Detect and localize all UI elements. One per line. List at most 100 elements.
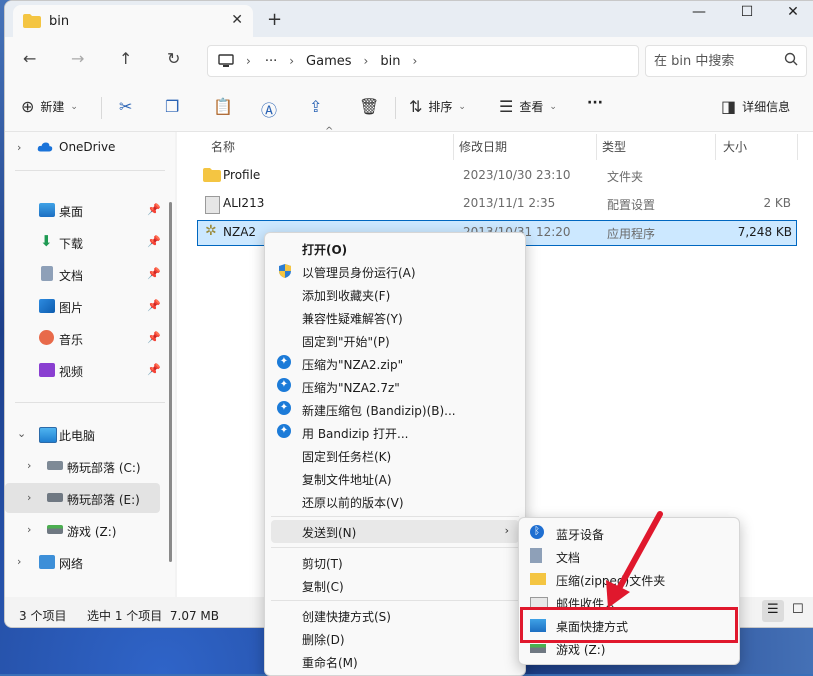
- sidebar-item-drive-z[interactable]: › 游戏 (Z:): [5, 515, 160, 545]
- chevron-right-icon[interactable]: ›: [27, 459, 31, 472]
- search-box[interactable]: [645, 45, 807, 77]
- chevron-right-icon[interactable]: ›: [246, 54, 251, 68]
- chevron-right-icon[interactable]: ›: [27, 491, 31, 504]
- details-pane-button[interactable]: ◨ 详细信息: [721, 97, 790, 116]
- menu-item-copy[interactable]: 复制(C): [271, 574, 519, 597]
- menu-item-cut[interactable]: 剪切(T): [271, 551, 519, 574]
- sidebar-item-pictures[interactable]: 图片 📌: [5, 291, 161, 321]
- pin-icon[interactable]: 📌: [147, 203, 161, 216]
- chevron-right-icon[interactable]: ›: [364, 54, 369, 68]
- more-options-button[interactable]: ···: [587, 95, 603, 111]
- back-arrow-icon[interactable]: ←: [23, 49, 36, 68]
- table-row[interactable]: ALI213 2013/11/1 2:35 配置设置 2 KB: [197, 192, 795, 216]
- breadcrumb-bin[interactable]: bin: [380, 54, 400, 69]
- menu-divider: [271, 547, 519, 548]
- file-size: 7,248 KB: [737, 225, 792, 239]
- sidebar-item-desktop[interactable]: 桌面 📌: [5, 195, 161, 225]
- new-tab-icon[interactable]: +: [267, 9, 282, 30]
- forward-arrow-icon[interactable]: →: [71, 49, 84, 68]
- sidebar-label: 文档: [59, 269, 84, 283]
- search-input[interactable]: [652, 50, 776, 72]
- sidebar-item-videos[interactable]: 视频 📌: [5, 355, 161, 385]
- delete-button[interactable]: 🗑: [359, 97, 379, 116]
- chevron-right-icon[interactable]: ›: [17, 141, 21, 154]
- sidebar-item-drive-e[interactable]: › 畅玩部落 (E:): [5, 483, 160, 513]
- new-button[interactable]: ⊕ 新建 ⌄: [21, 97, 78, 116]
- menu-item-copy-path[interactable]: 复制文件地址(A): [271, 467, 519, 490]
- menu-item-compat-troubleshoot[interactable]: 兼容性疑难解答(Y): [271, 306, 519, 329]
- sidebar-item-downloads[interactable]: ⬇ 下载 📌: [5, 227, 161, 257]
- navigation-bar: ← → ↑ ↻ › ··· › Games › bin ›: [5, 37, 813, 83]
- cut-button[interactable]: ✂: [119, 97, 132, 116]
- chevron-right-icon[interactable]: ›: [27, 523, 31, 536]
- menu-item-rename[interactable]: 重命名(M): [271, 650, 519, 673]
- menu-item-new-archive[interactable]: ✦ 新建压缩包 (Bandizip)(B)...: [271, 398, 519, 421]
- pin-icon[interactable]: 📌: [147, 363, 161, 376]
- menu-item-add-favorites[interactable]: 添加到收藏夹(F): [271, 283, 519, 306]
- details-pane-icon: ◨: [721, 97, 737, 116]
- highlight-box: [520, 607, 738, 643]
- view-button[interactable]: ☰ 查看 ⌄: [499, 97, 557, 116]
- menu-item-compress-zip[interactable]: ✦ 压缩为"NZA2.zip": [271, 352, 519, 375]
- sidebar-item-network[interactable]: › 网络: [5, 547, 160, 577]
- breadcrumb-more[interactable]: ···: [265, 54, 277, 69]
- paste-button[interactable]: 📋: [213, 97, 233, 116]
- menu-item-open[interactable]: 打开(O): [271, 237, 519, 260]
- column-divider[interactable]: [453, 134, 454, 160]
- menu-item-compress-7z[interactable]: ✦ 压缩为"NZA2.7z": [271, 375, 519, 398]
- tab-bin[interactable]: bin ✕: [13, 5, 253, 37]
- copy-button[interactable]: ❐: [165, 97, 179, 116]
- menu-item-create-shortcut[interactable]: 创建快捷方式(S): [271, 604, 519, 627]
- sort-button[interactable]: ⇅ 排序 ⌄: [409, 97, 466, 116]
- sidebar-item-documents[interactable]: 文档 📌: [5, 259, 161, 289]
- details-label: 详细信息: [742, 100, 791, 114]
- menu-item-send-to[interactable]: 发送到(N) ›: [271, 520, 519, 543]
- menu-item-restore-versions[interactable]: 还原以前的版本(V): [271, 490, 519, 513]
- cloud-icon: [37, 142, 53, 152]
- menu-item-open-bandizip[interactable]: ✦ 用 Bandizip 打开...: [271, 421, 519, 444]
- column-divider[interactable]: [596, 134, 597, 160]
- column-header-date[interactable]: 修改日期: [459, 138, 507, 155]
- tiles-view-button[interactable]: ☐: [788, 600, 810, 622]
- sidebar-item-onedrive[interactable]: › OneDrive: [5, 132, 160, 162]
- breadcrumb-games[interactable]: Games: [306, 54, 351, 69]
- details-view-button[interactable]: ☰: [762, 600, 784, 622]
- menu-item-pin-taskbar[interactable]: 固定到任务栏(K): [271, 444, 519, 467]
- menu-item-delete[interactable]: 删除(D): [271, 627, 519, 650]
- sidebar-divider: [15, 170, 165, 171]
- pin-icon[interactable]: 📌: [147, 267, 161, 280]
- refresh-icon[interactable]: ↻: [167, 49, 180, 68]
- chevron-down-icon[interactable]: ⌄: [17, 427, 26, 440]
- sort-label: 排序: [428, 100, 453, 114]
- column-divider[interactable]: [715, 134, 716, 160]
- maximize-button[interactable]: ☐: [725, 1, 769, 29]
- table-row[interactable]: Profile 2023/10/30 23:10 文件夹: [197, 164, 795, 188]
- pin-icon[interactable]: 📌: [147, 235, 161, 248]
- chevron-right-icon[interactable]: ›: [17, 555, 21, 568]
- column-header-name[interactable]: 名称: [211, 138, 235, 155]
- sidebar-item-music[interactable]: 音乐 📌: [5, 323, 161, 353]
- column-header-size[interactable]: 大小: [723, 138, 747, 155]
- chevron-right-icon[interactable]: ›: [289, 54, 294, 68]
- sidebar-item-this-pc[interactable]: ⌄ 此电脑: [5, 419, 160, 449]
- rename-button[interactable]: Ⓐ: [261, 97, 277, 121]
- chevron-right-icon[interactable]: ›: [412, 54, 417, 68]
- address-bar[interactable]: › ··· › Games › bin ›: [207, 45, 639, 77]
- minimize-button[interactable]: —: [677, 1, 721, 29]
- pin-icon[interactable]: 📌: [147, 299, 161, 312]
- menu-divider: [271, 600, 519, 601]
- menu-item-run-as-admin[interactable]: 以管理员身份运行(A): [271, 260, 519, 283]
- up-arrow-icon[interactable]: ↑: [119, 49, 132, 68]
- pin-icon[interactable]: 📌: [147, 331, 161, 344]
- close-tab-icon[interactable]: ✕: [231, 12, 243, 28]
- sidebar-scrollbar[interactable]: [169, 202, 172, 562]
- chevron-right-icon: ›: [504, 524, 509, 537]
- file-name: ALI213: [223, 196, 265, 210]
- close-button[interactable]: ✕: [771, 1, 813, 29]
- share-button[interactable]: ⇪: [309, 97, 322, 116]
- column-header-type[interactable]: 类型: [602, 138, 626, 155]
- column-divider[interactable]: [797, 134, 798, 160]
- menu-item-pin-start[interactable]: 固定到"开始"(P): [271, 329, 519, 352]
- sidebar-item-drive-c[interactable]: › 畅玩部落 (C:): [5, 451, 160, 481]
- sidebar-label: 桌面: [59, 205, 84, 219]
